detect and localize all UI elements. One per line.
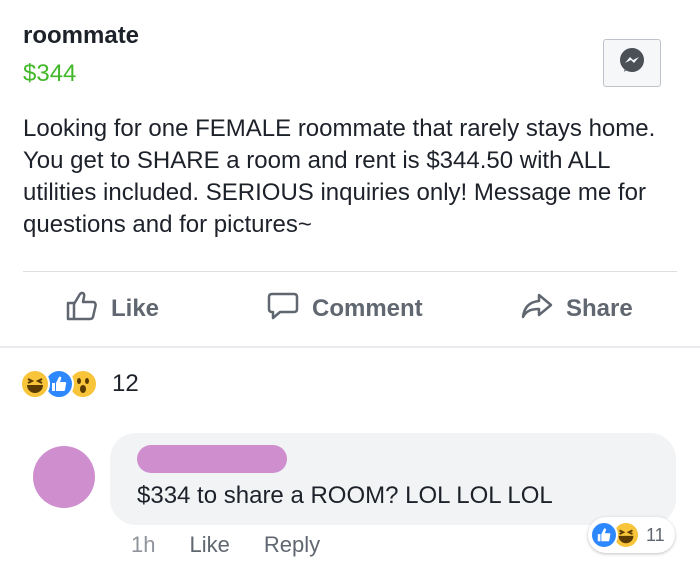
redacted-commenter-name[interactable]: [137, 445, 287, 473]
comment-reply-link[interactable]: Reply: [264, 532, 320, 558]
comment-reaction-count: 11: [646, 524, 665, 545]
speech-bubble-icon: [266, 290, 312, 329]
listing-description: Looking for one FEMALE roommate that rar…: [23, 115, 656, 238]
divider: [23, 271, 677, 272]
comment-meta: 1h Like Reply: [131, 530, 320, 560]
message-seller-button[interactable]: [603, 39, 661, 87]
comment-text: $334 to share a ROOM? LOL LOL LOL: [137, 482, 553, 509]
thumbs-up-icon: [65, 290, 111, 329]
comment-like-link[interactable]: Like: [189, 532, 229, 558]
comment-button[interactable]: Comment: [266, 280, 423, 338]
post-reactions[interactable]: 12: [20, 366, 139, 402]
like-icon: [590, 521, 618, 549]
share-arrow-icon: [520, 290, 566, 329]
share-button[interactable]: Share: [520, 280, 633, 338]
comment-label: Comment: [312, 295, 423, 322]
like-button[interactable]: Like: [65, 280, 159, 338]
messenger-icon: [617, 46, 647, 81]
comment-bubble: $334 to share a ROOM? LOL LOL LOL: [110, 433, 676, 525]
listing-title: roommate: [23, 22, 140, 49]
comment-reactions[interactable]: 11: [588, 517, 675, 553]
marketplace-post: roommate $344 Looking for one FEMALE roo…: [0, 0, 700, 348]
section-divider: [0, 346, 700, 348]
reaction-count: 12: [112, 370, 139, 397]
post-action-bar: Like Comment Share: [23, 280, 677, 338]
listing-price: $344: [23, 60, 77, 87]
haha-icon: [20, 369, 50, 399]
comment-timestamp[interactable]: 1h: [131, 532, 155, 558]
like-label: Like: [111, 295, 160, 322]
share-label: Share: [566, 295, 633, 322]
commenter-avatar[interactable]: [33, 446, 95, 508]
